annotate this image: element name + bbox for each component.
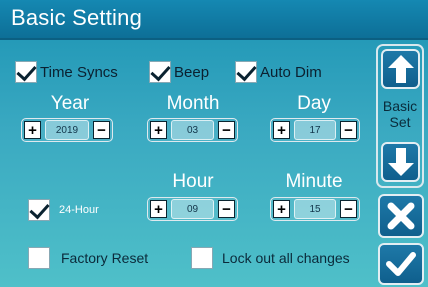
day-label: Day (297, 93, 331, 114)
hour24-checkbox[interactable] (28, 199, 50, 221)
hour-value[interactable]: 09 (171, 199, 214, 219)
auto-dim-label: Auto Dim (260, 63, 322, 81)
page-up-button[interactable] (381, 49, 420, 89)
year-stepper: + 2019 − (21, 118, 113, 142)
factory-reset-option[interactable]: Factory Reset (28, 247, 148, 269)
year-plus-button[interactable]: + (24, 121, 41, 139)
auto-dim-checkbox[interactable] (235, 61, 257, 83)
arrow-down-icon (387, 148, 414, 176)
auto-dim-option[interactable]: Auto Dim (235, 61, 322, 83)
year-label: Year (50, 93, 90, 114)
checkmark-icon (386, 252, 416, 276)
day-stepper: + 17 − (270, 118, 360, 142)
page-down-button[interactable] (381, 142, 420, 182)
time-syncs-checkbox[interactable] (15, 61, 37, 83)
lock-out-checkbox[interactable] (191, 247, 213, 269)
lock-out-label: Lock out all changes (222, 250, 350, 266)
beep-label: Beep (174, 63, 210, 81)
month-value[interactable]: 03 (171, 120, 214, 140)
close-icon (387, 202, 415, 230)
beep-checkbox[interactable] (149, 61, 171, 83)
hour-label: Hour (172, 171, 214, 192)
factory-reset-checkbox[interactable] (28, 247, 50, 269)
title-bar: Basic Setting (0, 0, 428, 40)
hour24-label: 24-Hour (59, 204, 99, 216)
cancel-button[interactable] (378, 194, 424, 238)
time-syncs-option[interactable]: Time Syncs (15, 61, 118, 83)
hour24-option[interactable]: 24-Hour (28, 199, 99, 221)
month-minus-button[interactable]: − (218, 121, 235, 139)
minute-plus-button[interactable]: + (273, 200, 290, 218)
factory-reset-label: Factory Reset (61, 250, 149, 266)
hour-stepper: + 09 − (147, 197, 238, 221)
beep-option[interactable]: Beep (149, 61, 209, 83)
year-minus-button[interactable]: − (93, 121, 110, 139)
arrow-up-icon (387, 55, 414, 83)
lock-out-option[interactable]: Lock out all changes (191, 247, 350, 269)
hour-plus-button[interactable]: + (150, 200, 167, 218)
month-plus-button[interactable]: + (150, 121, 167, 139)
basic-set-label: Basic Set (382, 98, 418, 130)
confirm-button[interactable] (378, 243, 424, 285)
year-value[interactable]: 2019 (45, 120, 89, 140)
month-label: Month (166, 93, 220, 114)
month-stepper: + 03 − (147, 118, 238, 142)
time-syncs-label: Time Syncs (40, 63, 118, 81)
day-minus-button[interactable]: − (340, 121, 357, 139)
minute-minus-button[interactable]: − (340, 200, 357, 218)
minute-stepper: + 15 − (270, 197, 360, 221)
day-plus-button[interactable]: + (273, 121, 290, 139)
day-value[interactable]: 17 (294, 120, 336, 140)
minute-value[interactable]: 15 (294, 199, 336, 219)
basic-setting-screen: Basic Setting Time Syncs Beep Auto Dim Y… (0, 0, 428, 287)
minute-label: Minute (285, 171, 343, 192)
page-title: Basic Setting (11, 5, 143, 30)
hour-minus-button[interactable]: − (218, 200, 235, 218)
